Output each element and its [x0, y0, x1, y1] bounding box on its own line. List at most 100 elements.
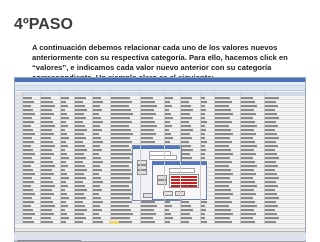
table-cell[interactable] — [265, 200, 276, 203]
table-cell[interactable] — [201, 156, 205, 159]
table-cell[interactable] — [93, 216, 101, 219]
table-cell[interactable] — [93, 112, 99, 115]
table-cell[interactable] — [181, 116, 192, 119]
table-cell[interactable] — [41, 104, 55, 107]
table-cell[interactable] — [111, 212, 133, 215]
table-cell[interactable] — [165, 120, 170, 123]
table-cell[interactable] — [23, 164, 31, 167]
table-cell[interactable] — [141, 212, 156, 215]
table-cell[interactable] — [181, 208, 193, 211]
table-cell[interactable] — [61, 144, 68, 147]
table-cell[interactable] — [93, 96, 101, 99]
table-cell[interactable] — [93, 172, 99, 175]
table-cell[interactable] — [181, 108, 193, 111]
table-cell[interactable] — [75, 144, 85, 147]
table-cell[interactable] — [265, 156, 279, 159]
table-cell[interactable] — [241, 144, 257, 147]
table-cell[interactable] — [215, 148, 231, 151]
table-cell[interactable] — [23, 152, 35, 155]
table-cell[interactable] — [41, 216, 51, 219]
table-cell[interactable] — [201, 124, 205, 127]
table-cell[interactable] — [93, 212, 99, 215]
table-cell[interactable] — [141, 132, 156, 135]
table-cell[interactable] — [201, 136, 205, 139]
table-cell[interactable] — [165, 220, 170, 223]
table-cell[interactable] — [23, 140, 34, 143]
table-cell[interactable] — [141, 124, 157, 127]
table-cell[interactable] — [201, 140, 207, 143]
table-cell[interactable] — [93, 180, 103, 183]
table-cell[interactable] — [201, 100, 207, 103]
table-cell[interactable] — [75, 188, 87, 191]
table-cell[interactable] — [265, 120, 276, 123]
table-cell[interactable] — [265, 140, 276, 143]
table-cell[interactable] — [23, 204, 31, 207]
table-cell[interactable] — [111, 156, 130, 159]
table-cell[interactable] — [165, 204, 172, 207]
table-cell[interactable] — [181, 120, 189, 123]
table-cell[interactable] — [215, 108, 231, 111]
table-cell[interactable] — [241, 140, 255, 143]
table-cell[interactable] — [165, 128, 169, 131]
table-cell[interactable] — [141, 220, 155, 223]
table-cell[interactable] — [61, 100, 66, 103]
table-cell[interactable] — [241, 120, 255, 123]
table-cell[interactable] — [201, 96, 205, 99]
table-cell[interactable] — [93, 104, 100, 107]
table-cell[interactable] — [111, 200, 132, 203]
table-cell[interactable] — [241, 208, 254, 211]
table-cell[interactable] — [61, 192, 67, 195]
table-cell[interactable] — [215, 184, 229, 187]
table-cell[interactable] — [201, 116, 205, 119]
table-cell[interactable] — [61, 176, 69, 179]
table-cell[interactable] — [111, 204, 129, 207]
list-item[interactable] — [171, 185, 197, 187]
table-cell[interactable] — [165, 116, 173, 119]
table-cell[interactable] — [201, 120, 207, 123]
table-cell[interactable] — [75, 124, 85, 127]
table-cell[interactable] — [215, 156, 230, 159]
table-cell[interactable] — [61, 96, 69, 99]
table-cell[interactable] — [93, 184, 100, 187]
table-cell[interactable] — [93, 160, 103, 163]
table-cell[interactable] — [111, 128, 131, 131]
table-cell[interactable] — [23, 160, 34, 163]
table-cell[interactable] — [181, 96, 192, 99]
table-cell[interactable] — [111, 132, 133, 135]
table-cell[interactable] — [201, 128, 206, 131]
table-cell[interactable] — [75, 136, 86, 139]
table-cell[interactable] — [61, 104, 68, 107]
table-cell[interactable] — [215, 128, 231, 131]
table-cell[interactable] — [111, 148, 131, 151]
table-cell[interactable] — [201, 200, 207, 203]
table-cell[interactable] — [265, 216, 279, 219]
table-cell[interactable] — [215, 208, 231, 211]
table-cell[interactable] — [265, 132, 277, 135]
table-cell[interactable] — [265, 172, 277, 175]
table-cell[interactable] — [75, 168, 87, 171]
table-cell[interactable] — [241, 200, 255, 203]
table-cell[interactable] — [75, 116, 86, 119]
table-cell[interactable] — [215, 96, 230, 99]
table-cell[interactable] — [61, 216, 69, 219]
table-cell[interactable] — [111, 120, 132, 123]
table-cell[interactable] — [93, 204, 100, 207]
table-cell[interactable] — [93, 128, 102, 131]
table-cell[interactable] — [111, 136, 130, 139]
table-cell[interactable] — [201, 204, 205, 207]
table-cell[interactable] — [93, 156, 101, 159]
table-cell[interactable] — [93, 220, 103, 223]
table-cell[interactable] — [23, 132, 35, 135]
table-cell[interactable] — [241, 216, 253, 219]
table-cell[interactable] — [201, 220, 207, 223]
list-item[interactable] — [171, 179, 197, 181]
table-cell[interactable] — [265, 180, 276, 183]
table-cell[interactable] — [93, 108, 102, 111]
table-cell[interactable] — [215, 176, 230, 179]
table-cell[interactable] — [265, 212, 277, 215]
table-cell[interactable] — [41, 120, 53, 123]
table-cell[interactable] — [165, 216, 173, 219]
table-cell[interactable] — [265, 96, 279, 99]
table-cell[interactable] — [201, 132, 205, 135]
table-cell[interactable] — [61, 196, 69, 199]
